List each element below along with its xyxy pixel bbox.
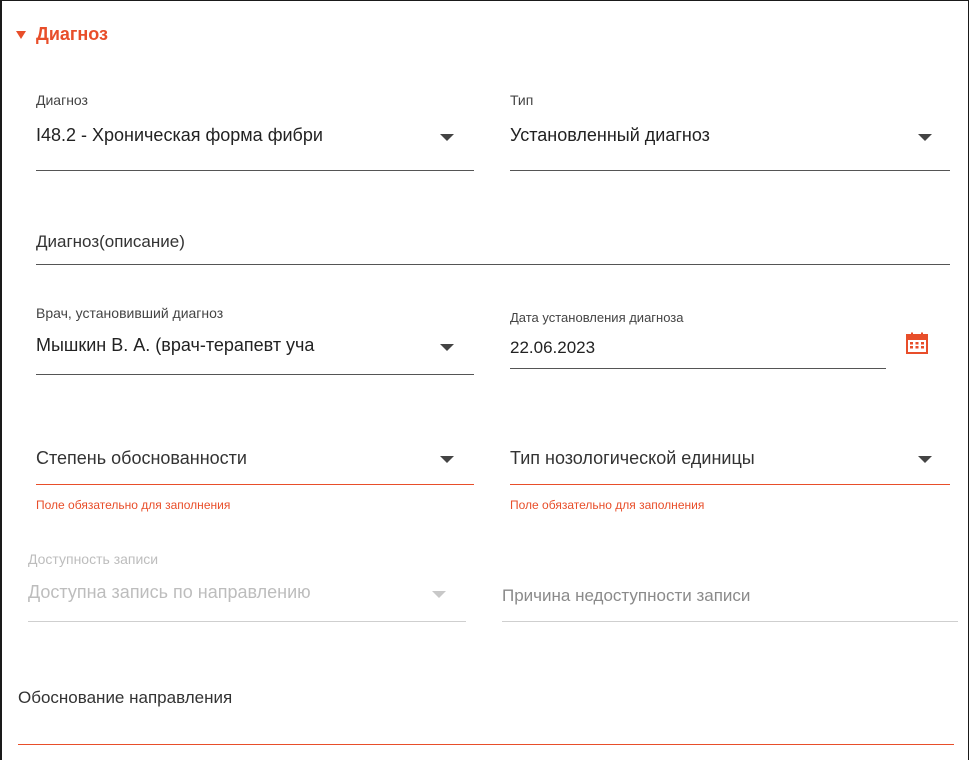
calendar-icon[interactable] [906, 332, 928, 354]
referral-justification-underline [18, 744, 954, 745]
doctor-label: Врач, установивший диагноз [36, 305, 224, 321]
diagnosis-description-underline [36, 264, 950, 265]
validity-degree-error: Поле обязательно для заполнения [36, 498, 231, 512]
section-header-diagnosis[interactable]: Диагноз [16, 24, 108, 45]
collapse-triangle-icon [16, 31, 26, 39]
diagnosis-underline [36, 170, 474, 171]
doctor-select[interactable]: Врач, установивший диагноз Мышкин В. А. … [36, 300, 474, 376]
referral-justification-placeholder: Обоснование направления [18, 688, 233, 707]
nosology-type-underline [510, 484, 950, 485]
unavailability-reason-input: Причина недоступности записи [502, 576, 958, 624]
nosology-type-select[interactable]: Тип нозологической единицы Поле обязател… [510, 436, 950, 516]
type-label: Тип [510, 92, 534, 108]
validity-degree-underline [36, 484, 474, 485]
diagnosis-description-input[interactable]: Диагноз(описание) [36, 222, 950, 266]
type-value: Установленный диагноз [510, 125, 710, 145]
nosology-type-placeholder: Тип нозологической единицы [510, 448, 755, 468]
type-select[interactable]: Тип Установленный диагноз [510, 88, 950, 172]
date-label: Дата установления диагноза [510, 310, 684, 325]
validity-degree-select[interactable]: Степень обоснованности Поле обязательно … [36, 436, 474, 516]
diagnosis-label: Диагноз [36, 92, 88, 108]
type-underline [510, 170, 950, 171]
referral-justification-input[interactable]: Обоснование направления [18, 680, 954, 748]
nosology-type-error: Поле обязательно для заполнения [510, 498, 705, 512]
doctor-value: Мышкин В. А. (врач-терапевт уча [36, 335, 315, 355]
chevron-down-icon[interactable] [918, 134, 932, 141]
chevron-down-icon[interactable] [440, 344, 454, 351]
validity-degree-placeholder: Степень обоснованности [36, 448, 247, 468]
chevron-down-icon[interactable] [440, 456, 454, 463]
date-value: 22.06.2023 [510, 338, 596, 357]
unavailability-reason-underline [502, 621, 958, 622]
unavailability-reason-placeholder: Причина недоступности записи [502, 586, 751, 605]
chevron-down-icon [432, 591, 446, 598]
record-availability-label: Доступность записи [28, 551, 159, 567]
date-underline [510, 368, 886, 369]
diagnosis-value: I48.2 - Хроническая форма фибри [36, 125, 323, 145]
chevron-down-icon[interactable] [440, 134, 454, 141]
record-availability-underline [28, 621, 466, 622]
doctor-underline [36, 374, 474, 375]
date-input[interactable]: Дата установления диагноза 22.06.2023 [510, 306, 886, 370]
record-availability-select: Доступность записи Доступна запись по на… [28, 548, 466, 624]
chevron-down-icon[interactable] [918, 456, 932, 463]
record-availability-value: Доступна запись по направлению [28, 582, 311, 602]
diagnosis-select[interactable]: Диагноз I48.2 - Хроническая форма фибри [36, 88, 474, 172]
section-title: Диагноз [36, 24, 108, 44]
diagnosis-description-placeholder: Диагноз(описание) [36, 232, 185, 251]
